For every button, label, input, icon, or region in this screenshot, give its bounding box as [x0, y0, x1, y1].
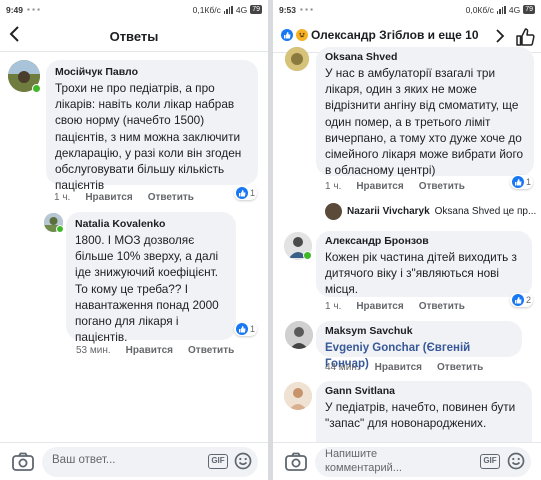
comment-time: 1 ч.	[325, 301, 342, 312]
emoji-icon[interactable]	[234, 452, 252, 470]
reaction-number: 1	[250, 188, 256, 198]
gif-button[interactable]: GIF	[208, 454, 228, 469]
like-reaction-icon	[512, 294, 524, 306]
status-bar: 9:53 ▪ ▪ ▪ 0,0Кб/с 4G 79	[273, 0, 541, 19]
status-time: 9:53	[279, 4, 297, 15]
right-phone-screen: 9:53 ▪ ▪ ▪ 0,0Кб/с 4G 79 Олександр Згібл…	[273, 0, 541, 480]
reply-preview[interactable]: Nazarii Vivcharyk Oksana Shved це пр...	[325, 203, 536, 220]
back-arrow-icon[interactable]	[8, 25, 28, 49]
notification-icons: ▪ ▪ ▪	[300, 5, 313, 14]
network-type: 4G	[235, 4, 248, 15]
comment-bubble[interactable]: Gann Svitlana У педіатрів, начебто, пови…	[316, 381, 532, 451]
comment-actions: 44 мин. Нравится Ответить	[325, 362, 483, 373]
gif-button[interactable]: GIF	[480, 454, 500, 469]
online-status-icon	[303, 251, 312, 260]
comment-actions: 1 ч. Нравится Ответить	[325, 181, 465, 192]
network-type: 4G	[508, 4, 521, 15]
avatar[interactable]	[285, 321, 313, 349]
comment-author[interactable]: Oksana Shved	[325, 51, 525, 64]
left-phone-screen: 9:49 ▪ ▪ ▪ 0,1Кб/с 4G 79 Ответы Мосійчук…	[0, 0, 268, 480]
reaction-number: 2	[526, 295, 532, 305]
comment-text: У нас в амбулаторії взагалі три лікаря, …	[325, 66, 524, 178]
avatar[interactable]	[285, 47, 309, 71]
like-button[interactable]: Нравится	[126, 345, 173, 356]
comment-author[interactable]: Александр Бронзов	[325, 235, 523, 248]
reply-button[interactable]: Ответить	[419, 181, 465, 192]
network-speed: 0,0Кб/с	[465, 4, 494, 15]
reply-button[interactable]: Ответить	[188, 345, 234, 356]
comment-time: 44 мин.	[325, 362, 360, 373]
reaction-number: 1	[250, 324, 256, 334]
comment-actions: 53 мин. Нравится Ответить	[76, 345, 234, 356]
reaction-count[interactable]: 2	[510, 293, 534, 307]
thumbs-up-icon[interactable]	[515, 27, 535, 47]
like-button[interactable]: Нравится	[356, 181, 403, 192]
comment-time: 53 мин.	[76, 345, 111, 356]
notification-icons: ▪ ▪ ▪	[27, 5, 40, 14]
camera-icon[interactable]	[285, 452, 307, 472]
comment-text: Кожен рік частина дітей виходить з дитяч…	[325, 250, 517, 297]
like-reaction-icon	[512, 176, 524, 188]
comment-actions: 1 ч. Нравится Ответить	[54, 192, 194, 203]
reaction-count[interactable]: 1	[510, 175, 534, 189]
reply-preview-text: Oksana Shved це пр...	[434, 206, 537, 217]
comment-input-placeholder: Напишите комментарий...	[325, 448, 402, 474]
page-header: Ответы	[0, 22, 268, 52]
like-reaction-icon	[236, 323, 248, 335]
comment-bubble[interactable]: Maksym Savchuk Evgeniy Gonchar (Євгеній …	[316, 321, 522, 370]
comment-bubble[interactable]: Oksana Shved У нас в амбулаторії взагалі…	[316, 47, 534, 178]
page-title: Ответы	[109, 29, 159, 44]
battery-icon: 79	[250, 5, 262, 14]
like-button[interactable]: Нравится	[85, 192, 132, 203]
comment-author[interactable]: Natalia Kovalenko	[75, 218, 227, 231]
comment-actions: 1 ч. Нравится Ответить	[325, 301, 465, 312]
network-speed: 0,1Кб/с	[192, 4, 221, 15]
reply-input-placeholder: Ваш ответ...	[52, 454, 116, 466]
camera-icon[interactable]	[12, 452, 34, 472]
laugh-reaction-icon	[296, 29, 308, 41]
avatar	[325, 203, 342, 220]
like-button[interactable]: Нравится	[356, 301, 403, 312]
online-status-icon	[32, 84, 41, 93]
reply-button[interactable]: Ответить	[437, 362, 483, 373]
signal-icon	[496, 5, 506, 14]
signal-icon	[223, 5, 233, 14]
comment-bubble[interactable]: Александр Бронзов Кожен рік частина діте…	[316, 231, 532, 297]
online-status-icon	[56, 225, 64, 233]
reply-button[interactable]: Ответить	[148, 192, 194, 203]
status-time: 9:49	[6, 4, 24, 15]
comment-text: Трохи не про педіатрів, а про лікарів: н…	[55, 81, 242, 193]
avatar[interactable]	[284, 382, 312, 410]
comment-composer: Напишите комментарий... GIF	[273, 442, 541, 480]
like-button[interactable]: Нравится	[375, 362, 422, 373]
comment-text: У педіатрів, начебто, повинен бути "запа…	[325, 400, 516, 431]
comment-composer: Ваш ответ... GIF	[0, 442, 268, 480]
comment-text: 1800. І МОЗ дозволяє більше 10% зверху, …	[75, 233, 219, 345]
reactions-summary-text: Олександр Згіблов и еще 10	[311, 28, 479, 42]
comment-author[interactable]: Мосійчук Павло	[55, 66, 249, 79]
reactions-summary[interactable]: Олександр Згіблов и еще 10	[281, 28, 479, 42]
emoji-icon[interactable]	[507, 452, 525, 470]
like-reaction-icon	[281, 29, 293, 41]
comment-bubble[interactable]: Natalia Kovalenko 1800. І МОЗ дозволяє б…	[66, 212, 236, 344]
comment-time: 1 ч.	[325, 181, 342, 192]
comment-author[interactable]: Maksym Savchuk	[325, 325, 513, 338]
battery-icon: 79	[523, 5, 535, 14]
comment-bubble[interactable]: Мосійчук Павло Трохи не про педіатрів, а…	[46, 60, 258, 192]
reply-button[interactable]: Ответить	[419, 301, 465, 312]
reaction-number: 1	[526, 177, 532, 187]
comment-time: 1 ч.	[54, 192, 71, 203]
like-reaction-icon	[236, 187, 248, 199]
reaction-count[interactable]: 1	[234, 322, 258, 336]
comment-author[interactable]: Gann Svitlana	[325, 385, 523, 398]
reply-author: Nazarii Vivcharyk	[347, 206, 430, 217]
reaction-count[interactable]: 1	[234, 186, 258, 200]
status-bar: 9:49 ▪ ▪ ▪ 0,1Кб/с 4G 79	[0, 0, 268, 19]
chevron-right-icon[interactable]	[495, 29, 505, 48]
